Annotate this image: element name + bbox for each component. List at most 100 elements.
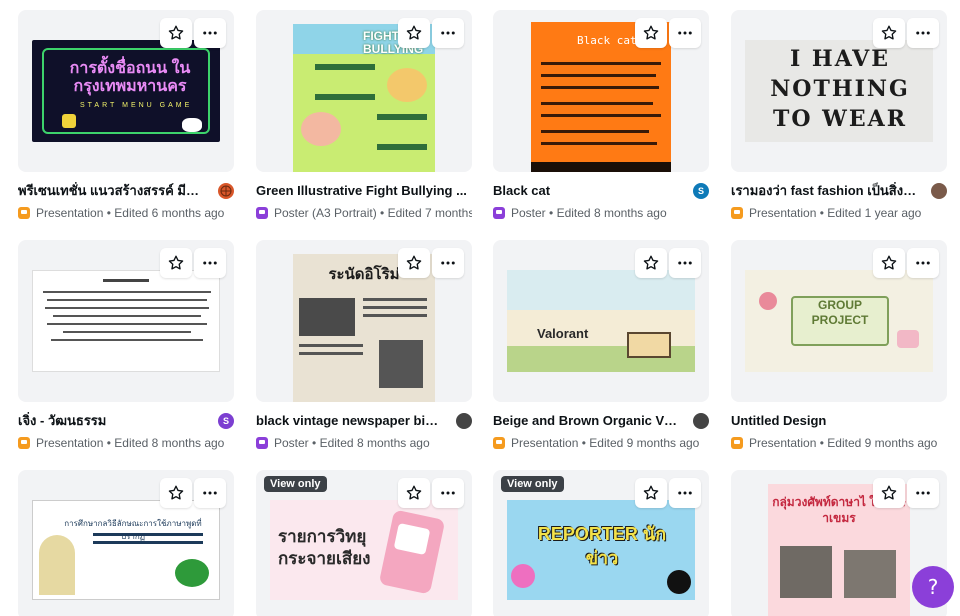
star-button[interactable]	[635, 248, 667, 278]
star-button[interactable]	[398, 248, 430, 278]
more-options-button[interactable]	[432, 478, 464, 508]
design-card[interactable]: การศึกษากลวิธีลักษณะการใช้ภาษาพูดที่ปราก…	[18, 470, 234, 616]
star-icon	[643, 485, 659, 500]
star-icon	[406, 485, 422, 500]
thumbnail-art	[32, 270, 220, 372]
more-options-button[interactable]	[907, 478, 939, 508]
design-thumbnail[interactable]	[18, 240, 234, 402]
design-card[interactable]: ระนัดอิโริม่ black vintage newspaper bir…	[256, 240, 472, 451]
more-dots-icon	[203, 31, 217, 35]
design-thumbnail[interactable]: การศึกษากลวิธีลักษณะการใช้ภาษาพูดที่ปราก…	[18, 470, 234, 616]
design-card[interactable]: เจิ่ง - วัฒนธรรม S Presentation • Edited…	[18, 240, 234, 451]
star-icon	[643, 25, 659, 40]
star-button[interactable]	[635, 478, 667, 508]
design-type: Presentation	[749, 436, 817, 450]
more-options-button[interactable]	[432, 18, 464, 48]
thumbnail-title: Valorant	[537, 326, 589, 341]
more-options-button[interactable]	[194, 478, 226, 508]
star-button[interactable]	[873, 478, 905, 508]
star-button[interactable]	[160, 478, 192, 508]
design-card[interactable]: Black cat Black cat S Poster • Edited 8 …	[493, 10, 709, 221]
help-button[interactable]: ?	[912, 566, 954, 608]
design-card[interactable]: FIGHT BULLYING Green Illustrative Fight …	[256, 10, 472, 221]
design-thumbnail[interactable]: FIGHT BULLYING	[256, 10, 472, 172]
design-meta: Presentation • Edited 6 months ago	[18, 205, 234, 221]
help-icon: ?	[927, 575, 939, 599]
more-options-button[interactable]	[907, 248, 939, 278]
design-meta: Presentation • Edited 1 year ago	[731, 205, 947, 221]
star-button[interactable]	[635, 18, 667, 48]
star-button[interactable]	[873, 18, 905, 48]
more-dots-icon	[678, 261, 692, 265]
star-icon	[168, 25, 184, 40]
design-title[interactable]: Black cat	[493, 182, 679, 200]
meta-separator: •	[106, 206, 111, 220]
design-title[interactable]: พรีเซนเทชั่น แนวสร้างสรรค์ มีภาพ...	[18, 182, 204, 200]
design-title[interactable]: Untitled Design	[731, 412, 917, 430]
design-title[interactable]: เจิ่ง - วัฒนธรรม	[18, 412, 204, 430]
thumbnail-subtitle: START MENU GAME	[80, 102, 193, 109]
design-thumbnail[interactable]: REPORTER นักข่าว View only	[493, 470, 709, 616]
more-options-button[interactable]	[194, 248, 226, 278]
thumbnail-title: รายการวิทยุ กระจายเสียง	[278, 527, 371, 568]
star-icon	[168, 255, 184, 270]
design-thumbnail[interactable]: ระนัดอิโริม่	[256, 240, 472, 402]
design-meta: Poster • Edited 8 months ago	[493, 205, 709, 221]
design-thumbnail[interactable]: การตั้งชื่อถนน ในกรุงเทพมหานคร START MEN…	[18, 10, 234, 172]
more-options-button[interactable]	[907, 18, 939, 48]
star-button[interactable]	[160, 248, 192, 278]
design-meta: Presentation • Edited 9 months ago	[731, 435, 947, 451]
presentation-icon	[731, 207, 743, 219]
design-card[interactable]: การตั้งชื่อถนน ในกรุงเทพมหานคร START MEN…	[18, 10, 234, 221]
star-icon	[881, 485, 897, 500]
design-edited: Edited 1 year ago	[827, 206, 922, 220]
design-title[interactable]: Beige and Brown Organic Vint...	[493, 412, 679, 430]
design-type: Poster (A3 Portrait)	[274, 206, 377, 220]
more-options-button[interactable]	[432, 248, 464, 278]
star-button[interactable]	[160, 18, 192, 48]
design-card[interactable]: GROUP PROJECT Untitled Design Presentati…	[731, 240, 947, 451]
design-title[interactable]: Green Illustrative Fight Bullying ...	[256, 182, 472, 200]
design-card[interactable]: Valorant Beige and Brown Organic Vint...…	[493, 240, 709, 451]
design-thumbnail[interactable]: I HAVE NOTHING TO WEAR	[731, 10, 947, 172]
avatar	[456, 413, 472, 429]
design-edited: Edited 9 months ago	[827, 436, 938, 450]
star-button[interactable]	[398, 478, 430, 508]
star-icon	[881, 255, 897, 270]
more-dots-icon	[916, 31, 930, 35]
thumbnail-title: การศึกษากลวิธีลักษณะการใช้ภาษาพูดที่ปราก…	[64, 519, 202, 541]
design-thumbnail[interactable]: รายการวิทยุ กระจายเสียง View only	[256, 470, 472, 616]
poster-icon	[256, 437, 268, 449]
star-button[interactable]	[873, 248, 905, 278]
star-icon	[406, 255, 422, 270]
design-meta: Poster • Edited 8 months ago	[256, 435, 472, 451]
star-button[interactable]	[398, 18, 430, 48]
design-thumbnail[interactable]: Valorant	[493, 240, 709, 402]
design-title[interactable]: black vintage newspaper birt...	[256, 412, 442, 430]
thumbnail-title: REPORTER นักข่าว	[537, 524, 667, 568]
thumbnail-title: GROUP PROJECT	[811, 298, 869, 327]
more-options-button[interactable]	[669, 248, 701, 278]
design-thumbnail[interactable]: Black cat	[493, 10, 709, 172]
basketball-icon	[218, 183, 234, 199]
design-edited: Edited 9 months ago	[589, 436, 700, 450]
thumbnail-art: การตั้งชื่อถนน ในกรุงเทพมหานคร START MEN…	[32, 40, 220, 142]
meta-separator: •	[380, 206, 385, 220]
design-card[interactable]: I HAVE NOTHING TO WEAR เรามองว่า fast fa…	[731, 10, 947, 221]
more-options-button[interactable]	[669, 18, 701, 48]
design-title[interactable]: เรามองว่า fast fashion เป็นสิ่งที่อ...	[731, 182, 917, 200]
more-options-button[interactable]	[669, 478, 701, 508]
meta-separator: •	[819, 436, 824, 450]
star-icon	[168, 485, 184, 500]
design-card[interactable]: รายการวิทยุ กระจายเสียง View only	[256, 470, 472, 616]
design-thumbnail[interactable]: GROUP PROJECT	[731, 240, 947, 402]
design-type: Presentation	[749, 206, 817, 220]
meta-separator: •	[312, 436, 317, 450]
avatar	[693, 413, 709, 429]
more-options-button[interactable]	[194, 18, 226, 48]
design-type: Presentation	[36, 436, 104, 450]
design-card[interactable]: REPORTER นักข่าว View only	[493, 470, 709, 616]
thumbnail-art: รายการวิทยุ กระจายเสียง	[270, 500, 458, 600]
design-edited: Edited 8 months ago	[556, 206, 667, 220]
more-dots-icon	[678, 31, 692, 35]
